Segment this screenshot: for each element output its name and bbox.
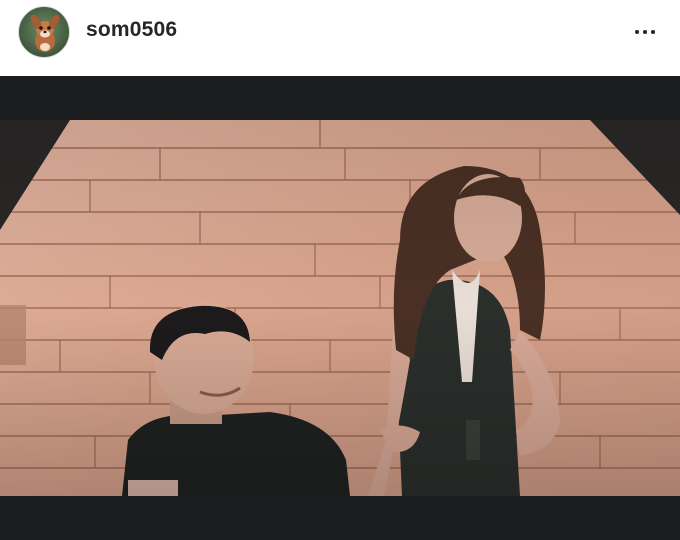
post-media[interactable]: [0, 76, 680, 540]
video-frame-image: [0, 120, 680, 496]
avatar[interactable]: [18, 6, 70, 58]
post-header: som0506: [0, 0, 680, 76]
dot: [651, 30, 655, 34]
dot: [635, 30, 639, 34]
bambi-avatar-icon: [30, 14, 60, 52]
dot: [643, 30, 647, 34]
username-link[interactable]: som0506: [86, 18, 177, 42]
more-options-icon[interactable]: [628, 20, 662, 44]
